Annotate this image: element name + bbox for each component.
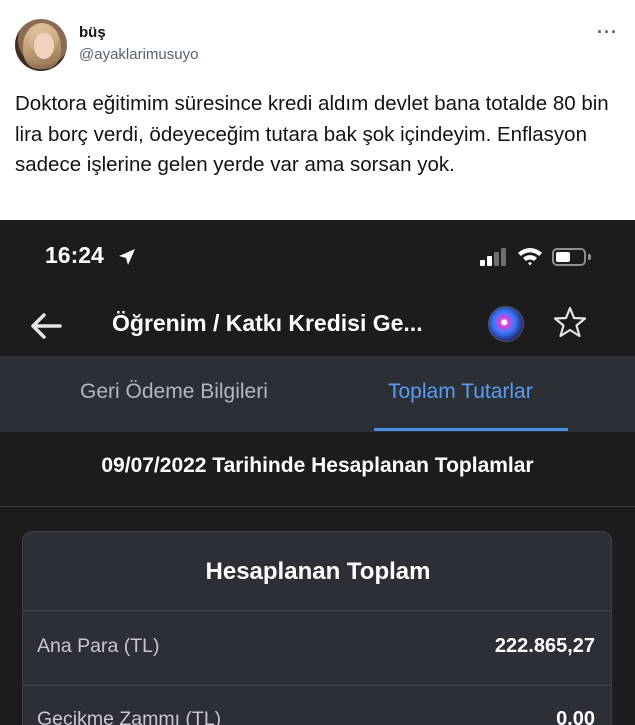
attached-screenshot[interactable]: 16:24 Öğrenim / Katkı Kredisi Ge... Geri… (0, 220, 635, 725)
siri-icon[interactable] (488, 306, 524, 342)
total-card: Hesaplanan Toplam Ana Para (TL) 222.865,… (22, 531, 612, 725)
divider (23, 610, 611, 611)
tab-toplam-tutarlar[interactable]: Toplam Tutarlar (388, 380, 533, 404)
display-name[interactable]: büş (79, 24, 106, 41)
row-label-principal: Ana Para (TL) (37, 635, 160, 657)
status-time: 16:24 (45, 242, 104, 268)
tab-geri-odeme-bilgileri[interactable]: Geri Ödeme Bilgileri (80, 380, 268, 404)
row-label-late-fee: Gecikme Zammı (TL) (37, 708, 222, 725)
star-icon[interactable] (553, 305, 587, 339)
battery-icon (552, 248, 591, 266)
tweet-text: Doktora eğitimim süresince kredi aldım d… (15, 92, 609, 176)
nav-bar: Öğrenim / Katkı Kredisi Ge... (0, 294, 635, 356)
active-tab-indicator (374, 428, 568, 431)
card-title: Hesaplanan Toplam (205, 558, 431, 585)
section-title: 09/07/2022 Tarihinde Hesaplanan Toplamla… (101, 454, 534, 477)
cellular-signal-icon (480, 248, 510, 266)
more-horizontal-icon[interactable]: ··· (597, 22, 618, 43)
status-bar: 16:24 (0, 220, 635, 294)
user-handle[interactable]: @ayaklarimusuyo (79, 46, 198, 63)
row-value-principal: 222.865,27 (494, 635, 595, 657)
section-header: 09/07/2022 Tarihinde Hesaplanan Toplamla… (0, 432, 635, 507)
wifi-icon (518, 248, 542, 266)
back-arrow-icon[interactable] (26, 306, 66, 346)
tweet: büş @ayaklarimusuyo ··· Doktora eğitimim… (0, 0, 635, 220)
page-title: Öğrenim / Katkı Kredisi Ge... (112, 310, 423, 336)
row-value-late-fee: 0,00 (556, 708, 595, 725)
tab-bar: Geri Ödeme Bilgileri Toplam Tutarlar (0, 356, 635, 432)
divider (23, 685, 611, 686)
avatar[interactable] (15, 19, 67, 71)
location-arrow-icon (119, 249, 135, 265)
